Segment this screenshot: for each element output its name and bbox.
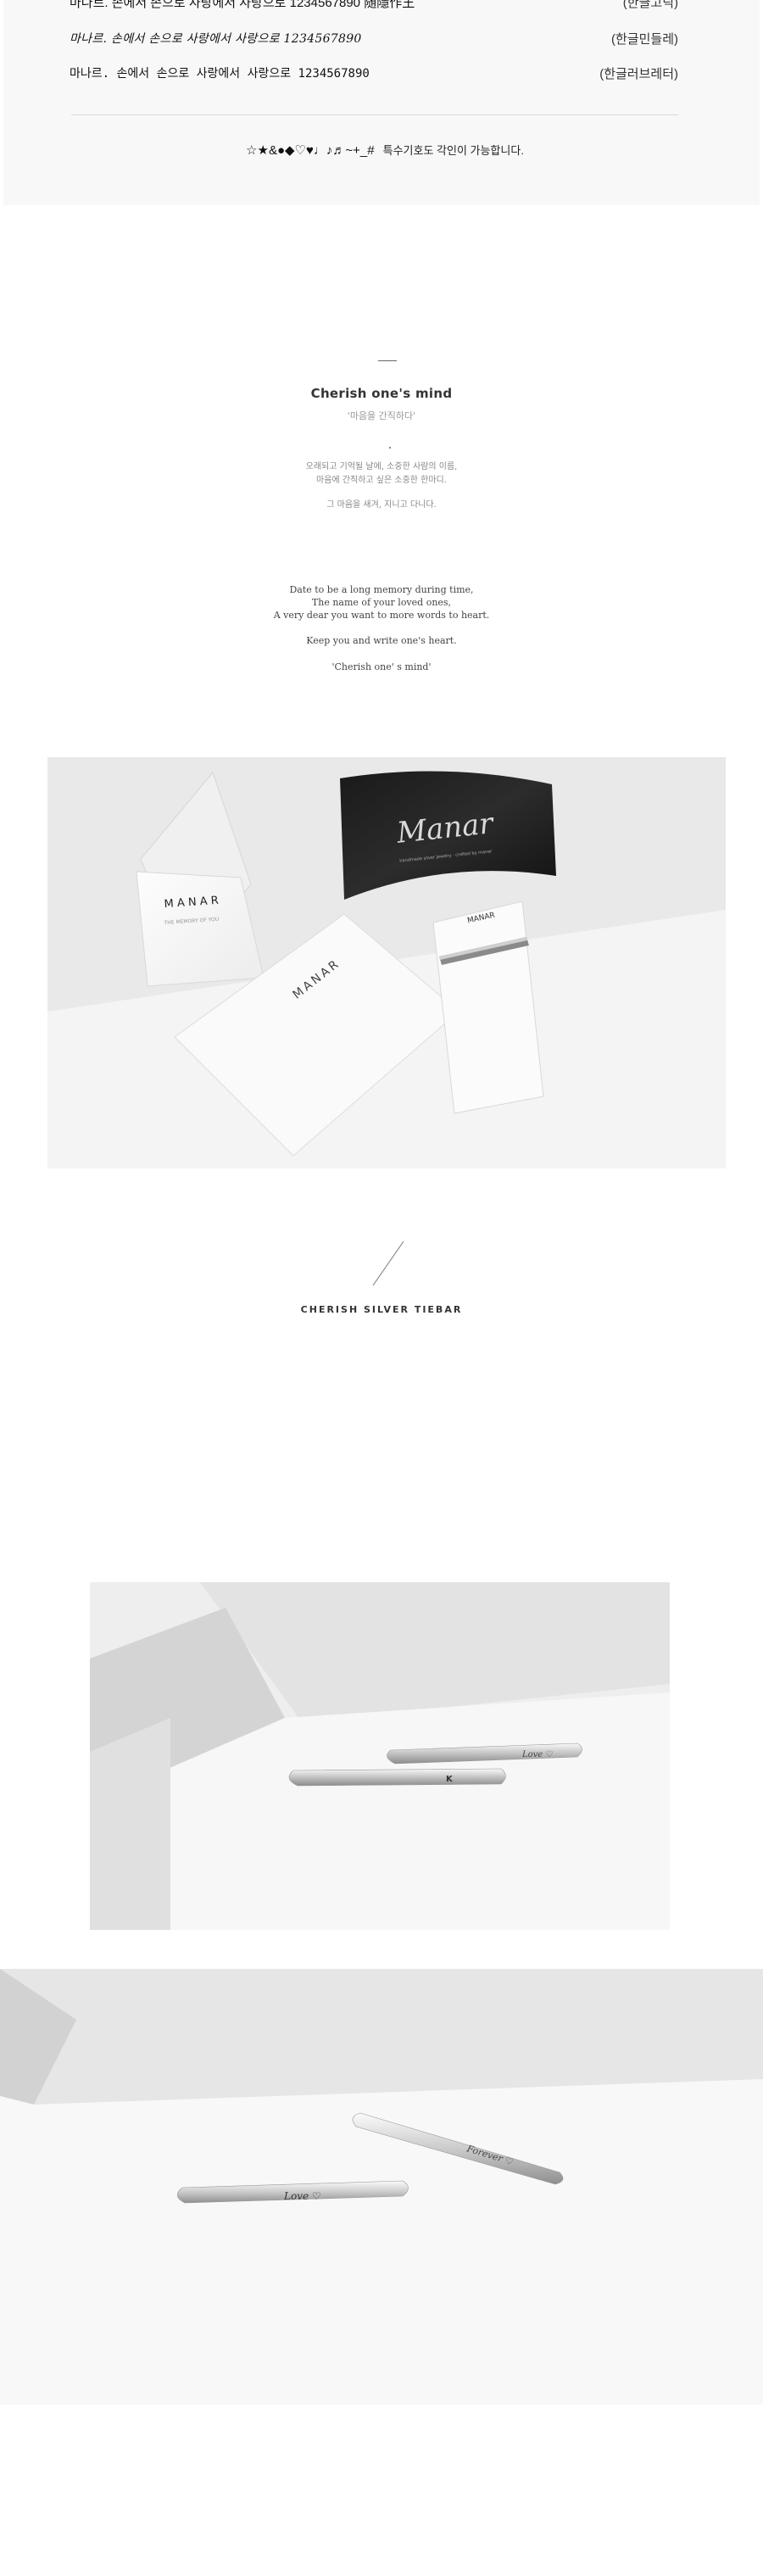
tiebar-illustration-2: Forever ♡ Love ♡: [0, 1969, 763, 2405]
english-message-3: 'Cherish one' s mind': [331, 661, 432, 672]
font-sample-text: 마나르. 손에서 손으로 사랑에서 사랑으로 1234567890 随隱作王: [70, 0, 415, 10]
font-sample-row-loveletter: 마나르. 손에서 손으로 사랑에서 사랑으로 1234567890 (한글러브레…: [70, 64, 678, 86]
special-symbols: ☆★&●◆♡♥♩♪♬~+_#: [246, 143, 375, 158]
english-message-1: Date to be a long memory during time, Th…: [273, 584, 490, 621]
font-sample-text: 마나르. 손에서 손으로 사랑에서 사랑으로 1234567890: [70, 32, 362, 46]
font-sample-text: 마나르. 손에서 손으로 사랑에서 사랑으로 1234567890: [70, 67, 370, 81]
divider: [71, 114, 678, 115]
engraving-script-2: Love ♡: [283, 2190, 321, 2202]
special-symbols-line: ☆★&●◆♡♥♩♪♬~+_# 특수기호도 각인이 가능합니다.: [3, 142, 763, 158]
engraving-letter: K: [446, 1775, 454, 1784]
section-title: CHERISH SILVER TIEBAR: [300, 1304, 463, 1315]
font-sample-row-mindeulle: 마나르. 손에서 손으로 사랑에서 사랑으로 1234567890 (한글민들레…: [70, 30, 678, 52]
font-name-label: (한글러브레터): [599, 67, 678, 81]
font-name-label: (한글민들레): [611, 32, 678, 47]
special-symbols-note: 특수기호도 각인이 가능합니다.: [382, 144, 524, 157]
korean-message-2: 그 마음을 새겨, 지니고 다니다.: [326, 500, 437, 510]
font-name-label: (한글고딕): [622, 0, 678, 10]
tiebar-photo-1: Love ♡ K: [90, 1582, 670, 1930]
packaging-photo: M A N A R THE MEMORY OF YOU Manar handma…: [47, 757, 726, 1168]
message-heading: Cherish one's mind: [310, 386, 453, 401]
korean-message-1: 오래되고 기억될 날에, 소중한 사람의 이름, 마음에 간직하고 싶은 소중한…: [305, 462, 458, 485]
engraving-script: Love ♡: [521, 1750, 553, 1759]
english-message-2: Keep you and write one's heart.: [306, 635, 457, 646]
packaging-illustration: M A N A R THE MEMORY OF YOU Manar handma…: [47, 757, 726, 1168]
font-sample-row-gothic: 마나르. 손에서 손으로 사랑에서 사랑으로 1234567890 随隱作王 (…: [70, 0, 678, 15]
decorative-dash: [378, 360, 397, 361]
message-subheading: '마음을 간직하다': [347, 410, 416, 421]
tiebar-illustration-1: Love ♡ K: [90, 1582, 670, 1930]
tiebar-photo-2: Forever ♡ Love ♡: [0, 1969, 763, 2405]
decorative-slash: [372, 1241, 404, 1286]
engraving-font-samples: 마나르. 손에서 손으로 사랑에서 사랑으로 1234567890 随隱作王 (…: [3, 0, 760, 205]
decorative-dot: [389, 447, 391, 449]
